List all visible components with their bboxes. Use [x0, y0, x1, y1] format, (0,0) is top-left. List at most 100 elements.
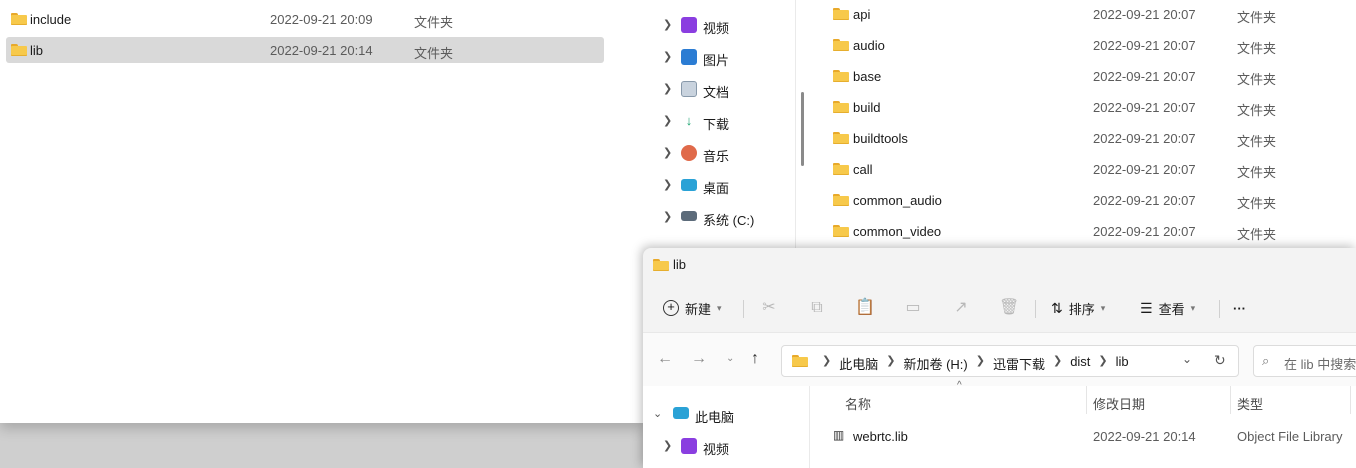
file-row[interactable]: call 2022-09-21 20:07 文件夹: [829, 155, 1349, 183]
file-row[interactable]: api 2022-09-21 20:07 文件夹: [829, 0, 1349, 28]
column-divider[interactable]: [1086, 386, 1087, 414]
file-type: 文件夹: [1237, 227, 1277, 242]
file-row[interactable]: buildtools 2022-09-21 20:07 文件夹: [829, 124, 1349, 152]
breadcrumb-separator-icon: ❯: [1098, 355, 1108, 367]
nav-label: 桌面: [703, 181, 730, 196]
computer-icon: [673, 407, 689, 419]
chevron-right-icon[interactable]: ❯: [663, 439, 672, 452]
search-placeholder: 在 lib 中搜索: [1284, 357, 1356, 372]
file-type: 文件夹: [1237, 41, 1277, 56]
file-date: 2022-09-21 20:14: [270, 43, 373, 58]
chevron-right-icon[interactable]: ❯: [663, 178, 672, 191]
cut-icon[interactable]: ✂: [759, 298, 779, 318]
file-row[interactable]: base 2022-09-21 20:07 文件夹: [829, 62, 1349, 90]
chevron-right-icon[interactable]: ❯: [663, 82, 672, 95]
address-bar[interactable]: ❯ 此电脑 ❯ 新加卷 (H:) ❯ 迅雷下载 ❯ dist ❯ lib ⌄ ↻: [781, 345, 1239, 377]
recent-chevron-icon[interactable]: ⌄: [726, 353, 734, 364]
folder-icon: [833, 70, 849, 82]
view-label: 查看: [1158, 301, 1185, 317]
nav-item-pictures[interactable]: ❯ 图片: [643, 43, 793, 71]
file-row[interactable]: common_video 2022-09-21 20:07 文件夹: [829, 217, 1349, 245]
nav-item-downloads[interactable]: ❯ ↓ 下载: [643, 107, 793, 135]
navigation-pane: ⌄ 此电脑 ❯ 视频: [643, 386, 795, 468]
file-name: buildtools: [853, 131, 908, 146]
rename-icon[interactable]: ▭: [903, 298, 923, 318]
nav-item-this-pc[interactable]: ⌄ 此电脑: [643, 400, 793, 428]
file-date: 2022-09-21 20:09: [270, 12, 373, 27]
column-divider[interactable]: [1230, 386, 1231, 414]
folder-icon: [833, 8, 849, 20]
file-name: api: [853, 7, 871, 22]
search-icon: ⌕: [1262, 353, 1270, 368]
file-type: 文件夹: [414, 46, 454, 61]
folder-icon: [653, 259, 669, 271]
nav-item-drive-c[interactable]: ❯ 系统 (C:): [643, 203, 793, 231]
sort-button[interactable]: ⇅ 排序 ▾: [1051, 294, 1105, 322]
column-header-name[interactable]: 名称: [845, 394, 871, 413]
file-row[interactable]: build 2022-09-21 20:07 文件夹: [829, 93, 1349, 121]
breadcrumb-item[interactable]: 此电脑: [839, 354, 878, 373]
address-dropdown-icon[interactable]: ⌄: [1182, 352, 1192, 366]
nav-item-music[interactable]: ❯ 音乐: [643, 139, 793, 167]
file-type: 文件夹: [414, 15, 454, 30]
nav-label: 下载: [703, 117, 730, 132]
nav-scrollbar-thumb[interactable]: [801, 92, 804, 166]
file-row[interactable]: ▥ webrtc.lib 2022-09-21 20:14 Object Fil…: [829, 424, 1349, 450]
file-row-include[interactable]: include 2022-09-21 20:09 文件夹: [6, 6, 604, 32]
plus-circle-icon: +: [663, 300, 679, 316]
breadcrumb-item[interactable]: 迅雷下载: [993, 354, 1045, 373]
new-button[interactable]: + 新建 ▾: [663, 294, 722, 322]
breadcrumb-separator-icon: ❯: [975, 355, 985, 367]
toolbar-divider: [1035, 300, 1036, 318]
chevron-right-icon[interactable]: ❯: [663, 114, 672, 127]
navigation-pane: ❯ 视频 ❯ 图片 ❯ 文档 ❯ ↓ 下载 ❯ 音乐 ❯ 桌面 ❯ 系统 (C:…: [643, 0, 795, 260]
pane-divider[interactable]: [809, 386, 810, 468]
chevron-right-icon[interactable]: ❯: [663, 50, 672, 63]
column-header-type[interactable]: 类型: [1237, 394, 1263, 413]
delete-icon[interactable]: 🗑: [999, 298, 1019, 318]
breadcrumb-item[interactable]: lib: [1116, 354, 1129, 373]
nav-label: 文档: [703, 85, 730, 100]
file-type: 文件夹: [1237, 72, 1277, 87]
back-arrow-icon[interactable]: ←: [657, 350, 673, 368]
folder-icon: [11, 13, 27, 25]
toolbar-divider: [1219, 300, 1220, 318]
file-row[interactable]: common_audio 2022-09-21 20:07 文件夹: [829, 186, 1349, 214]
file-date: 2022-09-21 20:07: [1093, 100, 1196, 115]
up-arrow-icon[interactable]: ↑: [751, 350, 759, 368]
video-icon: [681, 17, 697, 33]
file-row[interactable]: audio 2022-09-21 20:07 文件夹: [829, 31, 1349, 59]
forward-arrow-icon[interactable]: →: [691, 350, 707, 368]
desktop-icon: [681, 179, 697, 191]
chevron-down-icon: ▾: [717, 302, 722, 313]
nav-item-documents[interactable]: ❯ 文档: [643, 75, 793, 103]
more-icon: ···: [1233, 300, 1246, 316]
refresh-icon[interactable]: ↻: [1214, 352, 1226, 369]
sort-icon: ⇅: [1051, 299, 1063, 316]
breadcrumb-separator-icon: ❯: [886, 355, 896, 367]
search-box[interactable]: ⌕ 在 lib 中搜索: [1253, 345, 1356, 377]
file-type: 文件夹: [1237, 196, 1277, 211]
view-button[interactable]: ☰ 查看 ▾: [1140, 294, 1195, 322]
breadcrumb-item[interactable]: dist: [1070, 354, 1090, 373]
pane-divider[interactable]: [795, 0, 796, 260]
column-header-date[interactable]: 修改日期: [1093, 394, 1145, 413]
breadcrumb-item[interactable]: 新加卷 (H:): [903, 354, 967, 373]
nav-item-desktop[interactable]: ❯ 桌面: [643, 171, 793, 199]
chevron-right-icon[interactable]: ❯: [663, 18, 672, 31]
more-options-button[interactable]: ···: [1233, 294, 1246, 322]
file-row-lib[interactable]: lib 2022-09-21 20:14 文件夹: [6, 37, 604, 63]
nav-item-videos[interactable]: ❯ 视频: [643, 11, 793, 39]
chevron-down-icon[interactable]: ⌄: [653, 407, 662, 420]
nav-label: 图片: [703, 53, 730, 68]
share-icon[interactable]: ↗: [951, 298, 971, 318]
chevron-right-icon[interactable]: ❯: [663, 146, 672, 159]
paste-icon[interactable]: 📋: [855, 298, 875, 318]
copy-icon[interactable]: ⧉: [807, 298, 827, 318]
file-type: 文件夹: [1237, 103, 1277, 118]
chevron-right-icon[interactable]: ❯: [663, 210, 672, 223]
column-divider[interactable]: [1350, 386, 1351, 414]
file-name: build: [853, 100, 881, 115]
nav-label: 视频: [703, 442, 730, 457]
nav-item-videos[interactable]: ❯ 视频: [643, 432, 793, 460]
